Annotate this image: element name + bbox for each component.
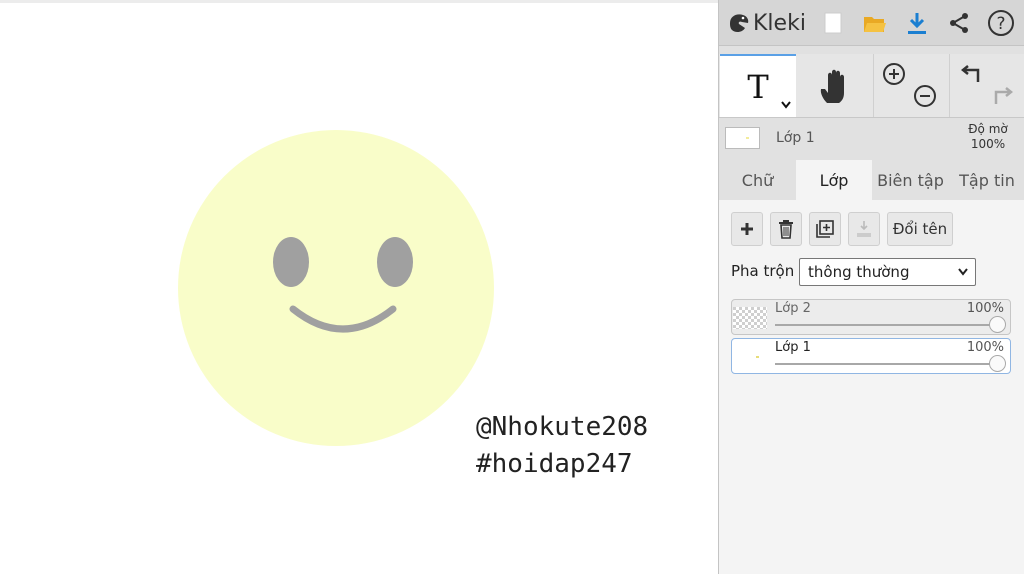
layer-name: Lớp 2 (775, 301, 811, 316)
history-tools (949, 54, 1024, 117)
layer-opacity-slider[interactable] (775, 324, 996, 326)
tab-file[interactable]: Tập tin (949, 160, 1024, 200)
zoom-in-icon[interactable] (881, 61, 907, 87)
chevron-down-icon[interactable] (780, 100, 792, 110)
layer-opacity-slider-handle[interactable] (989, 316, 1006, 333)
rename-layer-button[interactable]: Đổi tên (887, 212, 953, 246)
smiley-drawing (178, 130, 494, 446)
share-icon (950, 13, 968, 33)
layer-opacity: 100% (966, 301, 1004, 316)
tab-edit[interactable]: Biên tập (872, 160, 949, 200)
add-layer-button[interactable] (731, 212, 763, 246)
duplicate-layer-button[interactable] (809, 212, 841, 246)
hand-tool[interactable] (797, 54, 873, 117)
help-glyph: ? (996, 14, 1005, 34)
layer-1-thumbnail (733, 346, 767, 368)
zoom-out-icon[interactable] (912, 83, 938, 109)
delete-layer-button[interactable] (770, 212, 802, 246)
download-button[interactable] (902, 8, 932, 38)
layer-2-transparent-thumbnail (733, 307, 767, 329)
smiley-face (178, 130, 494, 446)
layer-name: Lớp 1 (775, 340, 811, 355)
layer-item-2[interactable]: Lớp 2 100% (731, 299, 1011, 335)
current-layer-name: Lớp 1 (776, 130, 815, 146)
opacity-value: 100% (970, 137, 1006, 151)
help-button[interactable]: ? (986, 8, 1016, 38)
merge-down-icon (857, 221, 871, 237)
undo-icon[interactable] (960, 62, 984, 86)
watermark-text: @Nhokute208 #hoidap247 (476, 409, 648, 483)
text-tool[interactable]: T (720, 54, 796, 117)
open-folder-icon (864, 17, 886, 32)
watermark-line-1: @Nhokute208 (476, 412, 649, 442)
opacity-readout[interactable]: Độ mờ 100% (955, 122, 1021, 152)
duplicate-layer-icon (816, 220, 834, 238)
tab-text[interactable]: Chữ (719, 160, 796, 200)
delete-layer-icon (779, 220, 793, 239)
current-layer-thumbnail[interactable] (725, 127, 760, 149)
text-tool-label: T (747, 67, 769, 106)
redo-icon[interactable] (990, 84, 1014, 108)
new-image-button[interactable] (818, 8, 848, 38)
layer-item-1[interactable]: Lớp 1 100% (731, 338, 1011, 374)
share-button[interactable] (944, 8, 974, 38)
blend-mode-label: Pha trộn (731, 262, 795, 280)
side-panel: Kleki ? T Lớp 1 Độ mờ 100% Chữ Lớp Biên … (718, 0, 1024, 574)
layer-opacity: 100% (966, 340, 1004, 355)
watermark-line-2: #hoidap247 (476, 449, 633, 479)
blend-mode-select[interactable]: thông thường (799, 258, 976, 286)
kleki-bird-icon (730, 14, 749, 33)
open-file-button[interactable] (860, 8, 890, 38)
app-name: Kleki (753, 10, 806, 36)
help-icon: ? (988, 10, 1014, 36)
chevron-down-icon (958, 268, 968, 276)
current-layer-info: Lớp 1 Độ mờ 100% (719, 118, 1024, 160)
add-layer-icon (741, 223, 753, 235)
drawing-canvas[interactable]: @Nhokute208 #hoidap247 (0, 0, 718, 574)
merge-down-button[interactable] (848, 212, 880, 246)
hand-icon (820, 69, 844, 103)
layers-panel: Đổi tên Pha trộn thông thường Lớp 2 100%… (719, 200, 1024, 574)
app-logo[interactable]: Kleki (727, 9, 806, 37)
opacity-label: Độ mờ (968, 122, 1008, 136)
smiley-left-eye (273, 237, 309, 287)
top-toolbar: Kleki ? (719, 0, 1024, 46)
tab-layers[interactable]: Lớp (796, 160, 872, 200)
zoom-tools (873, 54, 950, 117)
layer-opacity-slider[interactable] (775, 363, 996, 365)
tool-row: T (719, 54, 1024, 118)
panel-tabs: Chữ Lớp Biên tập Tập tin (719, 160, 1024, 200)
download-icon (908, 13, 926, 34)
layer-opacity-slider-handle[interactable] (989, 355, 1006, 372)
smiley-right-eye (377, 237, 413, 287)
blend-mode-value: thông thường (808, 263, 910, 281)
new-image-icon (824, 12, 842, 34)
